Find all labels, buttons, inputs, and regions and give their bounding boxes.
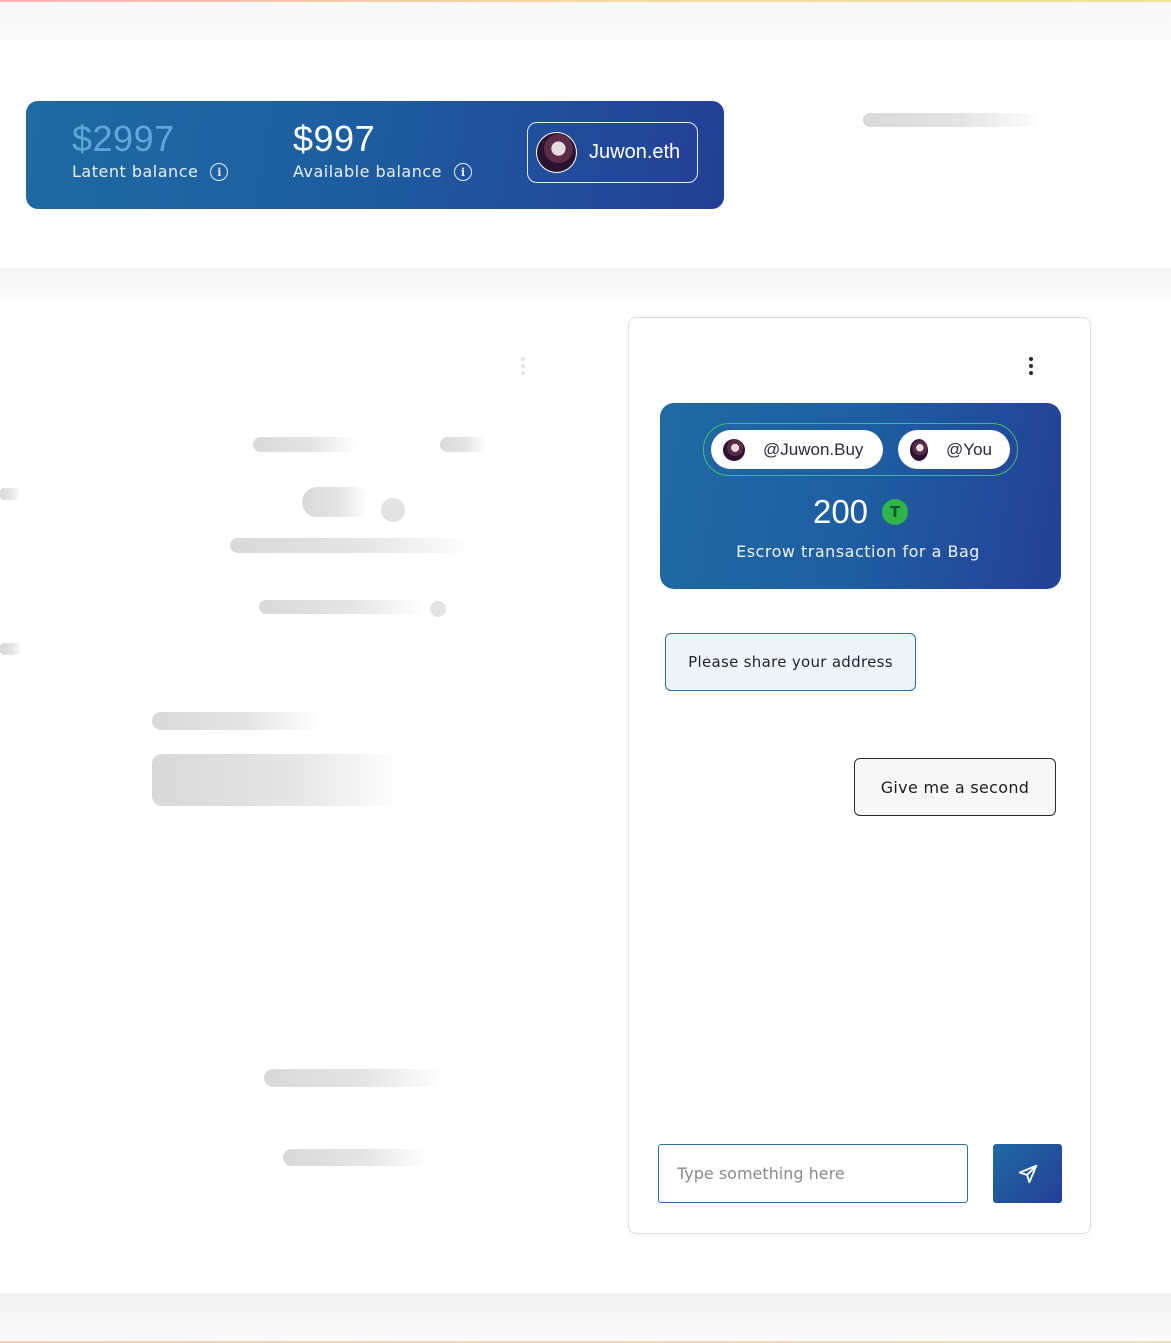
- skeleton-dot: [521, 364, 525, 368]
- skeleton-bar: [302, 487, 368, 517]
- bottom-band: [0, 1293, 1171, 1341]
- message-input[interactable]: [658, 1144, 968, 1203]
- escrow-description: Escrow transaction for a Bag: [736, 542, 980, 561]
- party-label: @You: [946, 439, 992, 459]
- available-info-icon[interactable]: i: [454, 163, 472, 181]
- top-band: [0, 2, 1171, 40]
- escrow-card: @Juwon.Buy @You 200 T Escrow transaction…: [660, 403, 1061, 589]
- message-sent: Give me a second: [854, 758, 1056, 816]
- escrow-parties: @Juwon.Buy @You: [703, 423, 1018, 476]
- available-balance-label: Available balance: [293, 162, 442, 181]
- send-icon: [1018, 1164, 1037, 1183]
- escrow-amount: 200: [812, 493, 869, 530]
- skeleton-bar: [863, 113, 1043, 127]
- latent-balance-label: Latent balance: [72, 162, 199, 181]
- skeleton-bar: [152, 712, 322, 730]
- chat-panel: @Juwon.Buy @You 200 T Escrow transaction…: [628, 317, 1091, 1234]
- latent-info-icon[interactable]: i: [210, 163, 229, 181]
- send-button[interactable]: [993, 1144, 1062, 1203]
- message-received: Please share your address: [665, 633, 916, 691]
- skeleton-bar: [264, 1069, 444, 1087]
- skeleton-bar: [440, 437, 486, 452]
- avatar: [536, 132, 577, 173]
- latent-balance: $2997 Latent balance i: [72, 117, 229, 183]
- skeleton-bar: [0, 488, 20, 500]
- skeleton-dot: [521, 371, 525, 375]
- party-chip-buyer[interactable]: @Juwon.Buy: [711, 430, 883, 469]
- skeleton-bar: [0, 643, 22, 655]
- available-balance-amount: $997: [293, 118, 376, 159]
- skeleton-dot: [381, 498, 405, 522]
- balance-banner: $2997 Latent balance i $997 Available ba…: [26, 101, 724, 209]
- skeleton-bar: [152, 754, 402, 806]
- skeleton-bar: [283, 1149, 428, 1166]
- page: $2997 Latent balance i $997 Available ba…: [0, 0, 1171, 1343]
- skeleton-bar: [230, 538, 470, 553]
- skeleton-bar: [253, 437, 358, 452]
- avatar: [723, 438, 745, 461]
- profile-name: Juwon.eth: [589, 141, 681, 163]
- latent-balance-amount: $2997: [72, 118, 175, 159]
- kebab-menu-icon[interactable]: [1024, 354, 1038, 378]
- available-balance: $997 Available balance i: [293, 117, 472, 183]
- party-label: @Juwon.Buy: [763, 439, 864, 459]
- skeleton-dot: [521, 357, 525, 361]
- skeleton-bar: [259, 600, 424, 614]
- avatar: [910, 438, 929, 461]
- skeleton-dot: [430, 601, 446, 617]
- tether-token-icon: T: [882, 499, 909, 525]
- profile-button[interactable]: Juwon.eth: [527, 122, 698, 183]
- party-chip-you[interactable]: @You: [898, 430, 1010, 469]
- middle-band: [0, 268, 1171, 298]
